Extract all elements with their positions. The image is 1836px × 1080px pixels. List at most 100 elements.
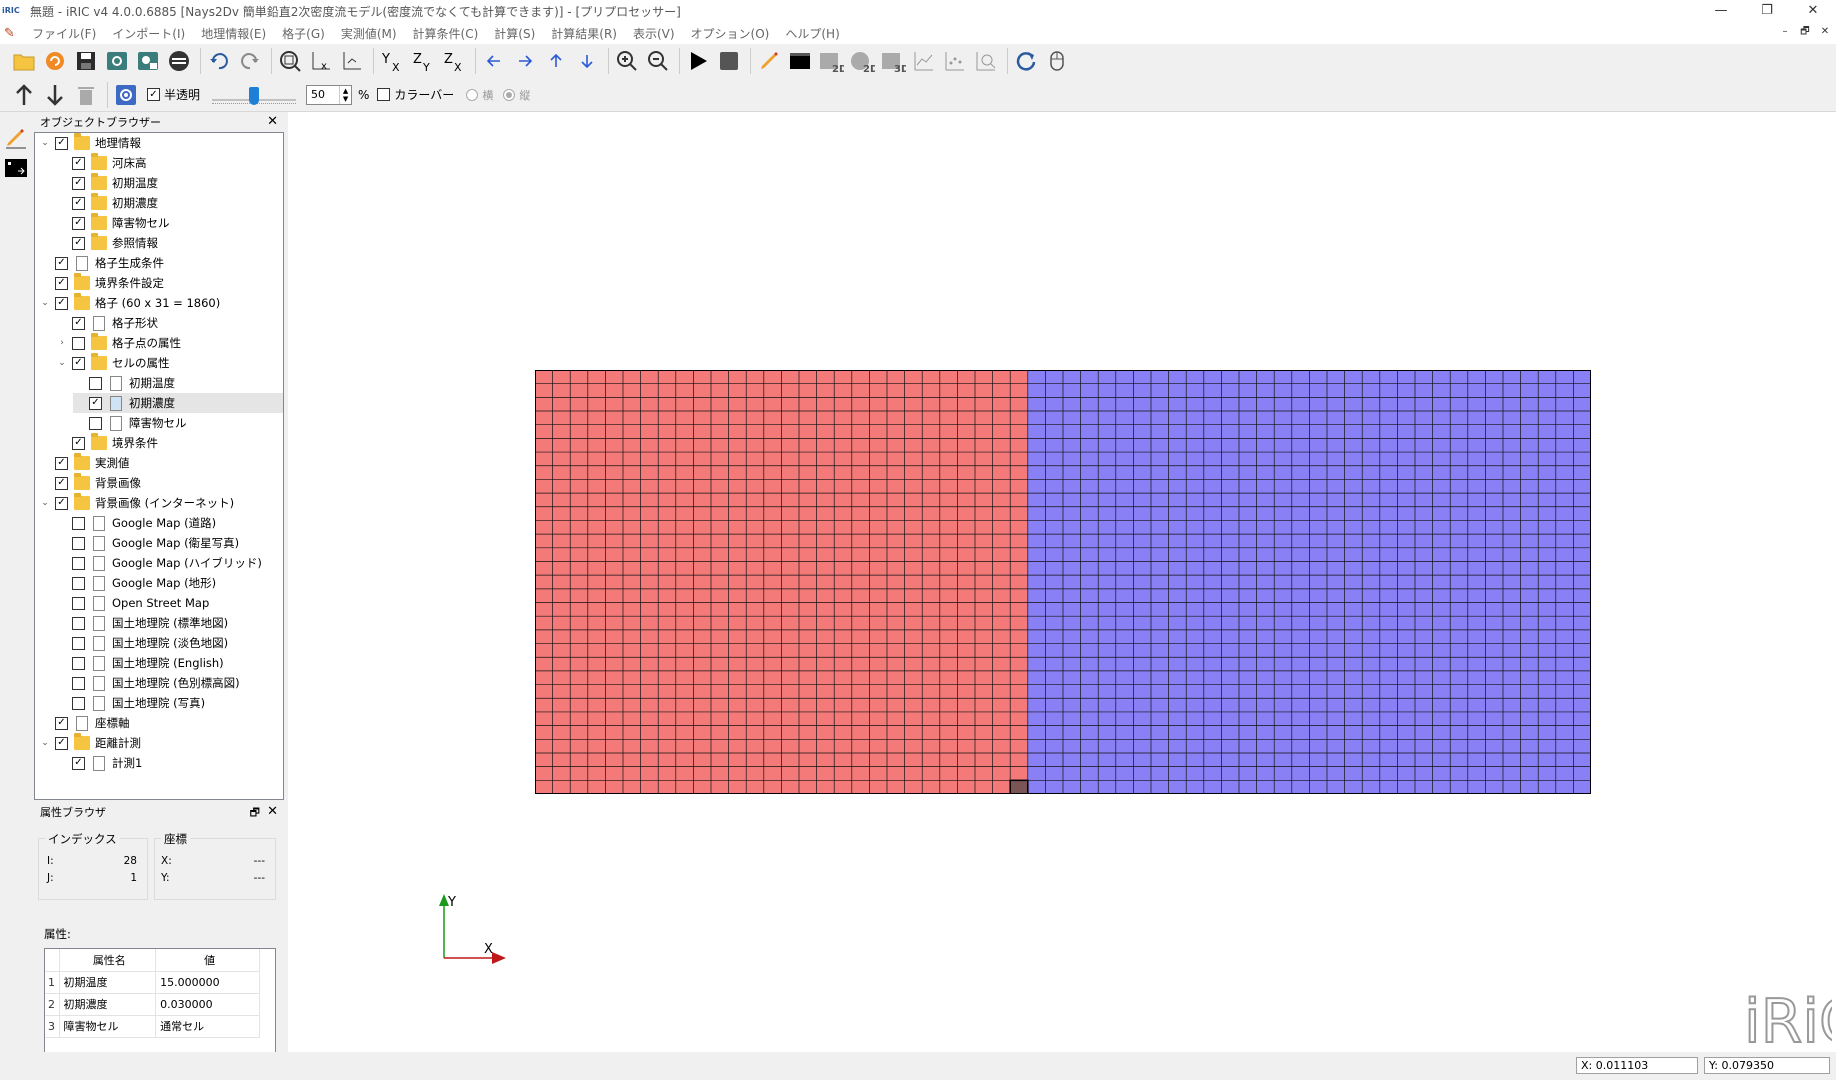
spin-down-icon[interactable]: ▼: [343, 95, 348, 103]
axis-x-icon[interactable]: x: [307, 47, 335, 75]
redo-icon[interactable]: [236, 47, 264, 75]
tree-item[interactable]: ⌄ ✓ 地理情報: [39, 133, 141, 153]
selected-cell[interactable]: [1010, 780, 1028, 794]
chevron-down-icon[interactable]: ⌄: [39, 498, 51, 508]
tree-item-checkbox[interactable]: ✓: [55, 476, 68, 490]
tree-item[interactable]: ✓ 実測値: [39, 453, 130, 473]
column-header-value[interactable]: 値: [155, 949, 260, 972]
tree-item-checkbox[interactable]: [72, 636, 85, 650]
reload-project-icon[interactable]: [41, 47, 69, 75]
postprocess-2d-bird-icon[interactable]: 2D: [848, 47, 876, 75]
tree-item-checkbox[interactable]: [72, 556, 85, 570]
tree-item-checkbox[interactable]: [72, 596, 85, 610]
opacity-spinbox[interactable]: 50 ▲ ▼: [306, 84, 353, 105]
chevron-down-icon[interactable]: ⌄: [39, 138, 51, 148]
move-up-icon[interactable]: [10, 81, 38, 109]
tree-item-checkbox[interactable]: [89, 376, 102, 390]
property-settings-icon[interactable]: [112, 81, 140, 109]
postprocess-2d-icon[interactable]: 2D: [817, 47, 845, 75]
continuous-snapshot-icon[interactable]: [134, 47, 162, 75]
restore-button[interactable]: ❐: [1744, 0, 1790, 22]
graph-icon[interactable]: [910, 47, 938, 75]
arrow-down-icon[interactable]: [573, 47, 601, 75]
tree-item-checkbox[interactable]: [72, 576, 85, 590]
tree-item-checkbox[interactable]: [72, 536, 85, 550]
opacity-value[interactable]: 50: [311, 88, 325, 101]
menu-simulation[interactable]: 計算(S): [486, 25, 543, 42]
view-zx-icon[interactable]: ZX: [440, 47, 468, 75]
vertical-radio[interactable]: [503, 88, 516, 101]
menu-file[interactable]: ファイル(F): [24, 25, 104, 42]
tree-item-checkbox[interactable]: ✓: [72, 356, 85, 370]
tree-item-checkbox[interactable]: ✓: [89, 396, 102, 410]
spin-up-icon[interactable]: ▲: [343, 87, 348, 95]
menu-grid[interactable]: 格子(G): [274, 25, 333, 42]
view-yx-icon[interactable]: YX: [378, 47, 406, 75]
zoom-out-icon[interactable]: [644, 47, 672, 75]
grid-view[interactable]: [535, 370, 1591, 794]
tree-item[interactable]: ⌄ ✓ 格子 (60 x 31 = 1860): [39, 293, 220, 313]
opacity-slider[interactable]: [212, 85, 297, 105]
float-panel-icon[interactable]: 🗗: [250, 804, 260, 823]
tree-item[interactable]: ✓ 背景画像: [39, 473, 141, 493]
minimize-button[interactable]: —: [1698, 0, 1744, 22]
chevron-down-icon[interactable]: ⌄: [56, 358, 68, 368]
tree-item[interactable]: 初期温度: [73, 373, 175, 393]
tree-item-checkbox[interactable]: ✓: [55, 276, 68, 290]
tree-item[interactable]: 国土地理院 (淡色地図): [56, 633, 228, 653]
tree-item-checkbox[interactable]: [72, 656, 85, 670]
menu-calc-results[interactable]: 計算結果(R): [543, 25, 625, 42]
tree-item-checkbox[interactable]: ✓: [55, 136, 68, 150]
tree-item-checkbox[interactable]: ✓: [72, 196, 85, 210]
close-window-button[interactable]: ✕: [1790, 0, 1836, 22]
tree-item-checkbox[interactable]: ✓: [55, 256, 68, 270]
tree-item-checkbox[interactable]: ✓: [72, 316, 85, 330]
tree-item[interactable]: ✓ 参照情報: [56, 233, 158, 253]
tree-item[interactable]: Google Map (地形): [56, 573, 216, 593]
tree-item-checkbox[interactable]: ✓: [55, 496, 68, 510]
tree-item-checkbox[interactable]: ✓: [72, 156, 85, 170]
arrow-left-icon[interactable]: [480, 47, 508, 75]
horizontal-radio[interactable]: [466, 88, 479, 101]
tree-item[interactable]: 国土地理院 (English): [56, 653, 224, 673]
tree-item-checkbox[interactable]: ✓: [55, 456, 68, 470]
chevron-right-icon[interactable]: ›: [56, 338, 68, 348]
solver-console-icon[interactable]: [786, 47, 814, 75]
tree-item[interactable]: ✓ 座標軸: [39, 713, 130, 733]
tree-item-checkbox[interactable]: ✓: [72, 236, 85, 250]
zoom-in-icon[interactable]: [613, 47, 641, 75]
tree-item[interactable]: ✓ 格子生成条件: [39, 253, 164, 273]
colorbar-checkbox[interactable]: [377, 88, 391, 101]
preprocessor-mode-icon[interactable]: [4, 126, 28, 150]
close-icon[interactable]: ✕: [267, 114, 278, 129]
tree-item[interactable]: ✓ 境界条件設定: [39, 273, 164, 293]
scatter-graph-icon[interactable]: [941, 47, 969, 75]
table-row[interactable]: 3 障害物セル 通常セル: [45, 1015, 260, 1038]
stop-icon[interactable]: [715, 47, 743, 75]
tree-item-checkbox[interactable]: ✓: [72, 216, 85, 230]
tree-item[interactable]: Google Map (道路): [56, 513, 216, 533]
tree-item[interactable]: ⌄ ✓ 背景画像 (インターネット): [39, 493, 234, 513]
tree-item[interactable]: ✓ 河床高: [56, 153, 147, 173]
tree-item-checkbox[interactable]: [72, 616, 85, 630]
run-icon[interactable]: [684, 47, 712, 75]
postprocess-3d-icon[interactable]: 3D: [879, 47, 907, 75]
tree-item[interactable]: ✓ 境界条件: [56, 433, 158, 453]
tree-item[interactable]: Google Map (ハイブリッド): [56, 553, 262, 573]
tree-item[interactable]: ✓ 初期濃度: [56, 193, 158, 213]
chevron-down-icon[interactable]: ⌄: [39, 298, 51, 308]
tree-item[interactable]: ✓ 格子形状: [56, 313, 158, 333]
solver-console-mode-icon[interactable]: [4, 156, 28, 180]
chevron-down-icon[interactable]: ⌄: [39, 738, 51, 748]
table-row[interactable]: 2 初期濃度 0.030000: [45, 993, 260, 1016]
opacity-slider-thumb[interactable]: [249, 86, 260, 105]
preprocessor-icon[interactable]: [755, 47, 783, 75]
menu-import[interactable]: インポート(I): [104, 25, 193, 42]
menu-geodata[interactable]: 地理情報(E): [193, 25, 274, 42]
snapshot-icon[interactable]: [103, 47, 131, 75]
tree-item[interactable]: › 格子点の属性: [56, 333, 181, 353]
preprocessor-canvas[interactable]: Y X iRiC: [288, 112, 1836, 1052]
mdi-minimize-button[interactable]: –: [1778, 25, 1792, 39]
semi-transparent-checkbox[interactable]: ✓: [147, 88, 160, 101]
view-zy-icon[interactable]: ZY: [409, 47, 437, 75]
